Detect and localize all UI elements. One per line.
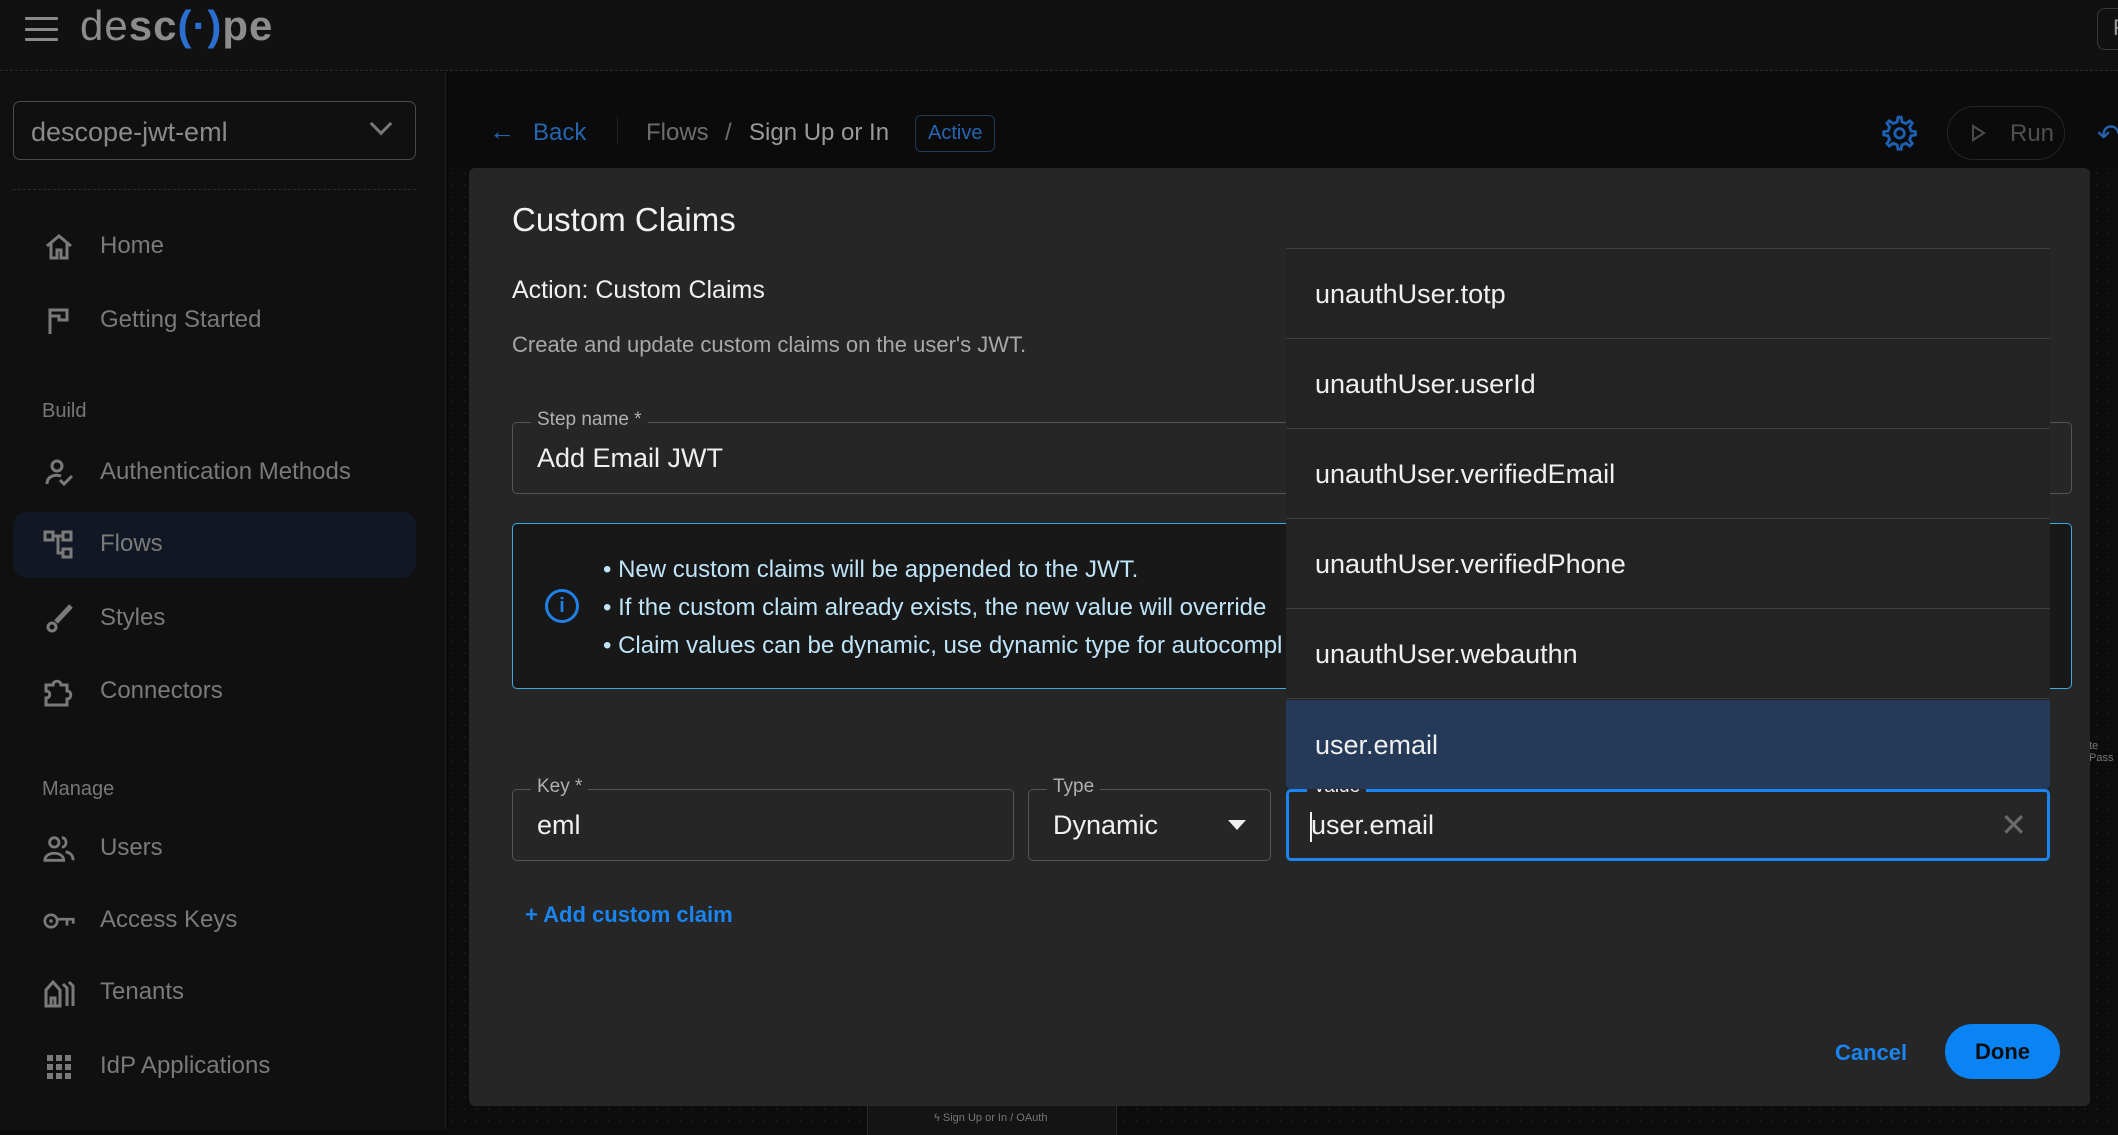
sidebar-item-label: Getting Started bbox=[100, 306, 262, 333]
flow-node[interactable]: ϟ Sign Up or In / OAuth bbox=[867, 1105, 1117, 1135]
sidebar-item-connectors[interactable]: Connectors bbox=[13, 659, 416, 725]
play-icon bbox=[1972, 124, 1986, 142]
key-value: eml bbox=[537, 810, 581, 840]
run-button[interactable]: Run bbox=[1947, 106, 2065, 160]
custom-claims-modal: Custom Claims Action: Custom Claims Crea… bbox=[469, 168, 2090, 1106]
descope-logo[interactable]: desc(·)pe bbox=[80, 2, 273, 50]
sidebar-item-label: Home bbox=[100, 232, 165, 259]
clear-icon[interactable]: ✕ bbox=[2000, 806, 2027, 844]
flows-icon bbox=[43, 530, 73, 559]
caret-down-icon bbox=[1228, 820, 1246, 830]
flow-header: ← Back Flows / Sign Up or In Active Run ↶ bbox=[447, 72, 2118, 167]
breadcrumb-flows[interactable]: Flows bbox=[646, 119, 709, 147]
info-icon: i bbox=[545, 589, 579, 623]
key-field[interactable]: Key * eml bbox=[512, 776, 1014, 861]
sidebar-item-label: Tenants bbox=[100, 978, 185, 1005]
sidebar-item-label: Authentication Methods bbox=[100, 458, 351, 485]
sidebar-item-access-keys[interactable]: Access Keys bbox=[13, 888, 416, 954]
info-line: • If the custom claim already exists, th… bbox=[603, 594, 1267, 621]
home-icon bbox=[46, 234, 72, 260]
cancel-button[interactable]: Cancel bbox=[1835, 1040, 1907, 1066]
sidebar-item-label: Flows bbox=[100, 530, 163, 557]
menu-icon[interactable] bbox=[25, 17, 58, 41]
section-manage: Manage bbox=[42, 778, 115, 800]
chevron-down-icon bbox=[369, 112, 393, 136]
sidebar-item-styles[interactable]: Styles bbox=[13, 586, 416, 652]
breadcrumb-separator: / bbox=[725, 119, 732, 146]
type-label: Type bbox=[1047, 776, 1101, 798]
flag-icon bbox=[48, 308, 69, 334]
undo-icon[interactable]: ↶ bbox=[2097, 118, 2118, 151]
step-name-value: Add Email JWT bbox=[537, 443, 724, 473]
sidebar-item-home[interactable]: Home bbox=[13, 214, 416, 280]
type-select[interactable]: Type Dynamic bbox=[1028, 776, 1271, 861]
sidebar-item-getting-started[interactable]: Getting Started bbox=[13, 288, 416, 354]
sidebar: descope-jwt-eml Home Getting Started Bui… bbox=[0, 72, 446, 1130]
lightning-icon: ϟ bbox=[934, 1112, 943, 1124]
info-line: • New custom claims will be appended to … bbox=[603, 556, 1139, 583]
top-bar: desc(·)pe F bbox=[0, 0, 2118, 71]
sidebar-item-label: Connectors bbox=[100, 677, 223, 704]
sidebar-item-label: Styles bbox=[100, 604, 166, 631]
info-line: • Claim values can be dynamic, use dynam… bbox=[603, 632, 1283, 659]
done-button[interactable]: Done bbox=[1945, 1024, 2060, 1079]
value-text: user.email bbox=[1311, 810, 1435, 840]
divider bbox=[13, 189, 416, 190]
autocomplete-option[interactable]: unauthUser.totp bbox=[1286, 249, 2050, 339]
users-icon bbox=[43, 836, 75, 862]
back-button[interactable]: ← Back bbox=[489, 116, 586, 147]
status-badge: Active bbox=[915, 115, 996, 152]
arrow-left-icon: ← bbox=[489, 116, 515, 146]
sidebar-item-tenants[interactable]: Tenants bbox=[13, 960, 416, 1026]
sidebar-item-flows[interactable]: Flows bbox=[13, 512, 416, 578]
top-right-button[interactable]: F bbox=[2097, 8, 2118, 50]
puzzle-icon bbox=[44, 679, 73, 707]
sidebar-item-label: IdP Applications bbox=[100, 1052, 271, 1079]
autocomplete-option[interactable]: unauthUser.verifiedPhone bbox=[1286, 519, 2050, 609]
action-description: Create and update custom claims on the u… bbox=[512, 332, 1027, 357]
value-input[interactable]: Value user.email ✕ bbox=[1286, 776, 2050, 861]
brush-icon bbox=[46, 604, 73, 633]
sidebar-item-label: Access Keys bbox=[100, 906, 238, 933]
sidebar-item-label: Users bbox=[100, 834, 163, 861]
autocomplete-list: unauthUser.totp unauthUser.userId unauth… bbox=[1286, 248, 2050, 789]
autocomplete-option[interactable]: unauthUser.webauthn bbox=[1286, 609, 2050, 699]
key-icon bbox=[43, 913, 75, 929]
grid-icon bbox=[47, 1055, 71, 1079]
autocomplete-option[interactable]: unauthUser.userId bbox=[1286, 339, 2050, 429]
autocomplete-option-selected[interactable]: user.email bbox=[1286, 700, 2050, 789]
flow-node-partial[interactable]: te Pass bbox=[2089, 740, 2118, 764]
tenants-icon bbox=[44, 979, 75, 1008]
sidebar-item-authentication-methods[interactable]: Authentication Methods bbox=[13, 440, 416, 506]
type-value: Dynamic bbox=[1053, 810, 1159, 840]
add-custom-claim-button[interactable]: + Add custom claim bbox=[525, 902, 733, 928]
modal-title: Custom Claims bbox=[512, 201, 736, 238]
step-name-label: Step name * bbox=[531, 409, 648, 431]
gear-icon[interactable] bbox=[1879, 114, 1917, 152]
project-select[interactable]: descope-jwt-eml bbox=[13, 101, 416, 160]
divider bbox=[617, 117, 618, 144]
sidebar-item-idp-applications[interactable]: IdP Applications bbox=[13, 1034, 416, 1100]
key-label: Key * bbox=[531, 776, 589, 798]
user-check-icon bbox=[45, 459, 74, 487]
section-build: Build bbox=[42, 400, 87, 422]
autocomplete-option[interactable]: unauthUser.verifiedEmail bbox=[1286, 429, 2050, 519]
action-title: Action: Custom Claims bbox=[512, 276, 765, 304]
breadcrumb-current: Sign Up or In bbox=[749, 119, 890, 146]
project-name: descope-jwt-eml bbox=[31, 117, 228, 147]
logo-o-icon: (·) bbox=[177, 2, 223, 49]
sidebar-item-users[interactable]: Users bbox=[13, 816, 416, 882]
